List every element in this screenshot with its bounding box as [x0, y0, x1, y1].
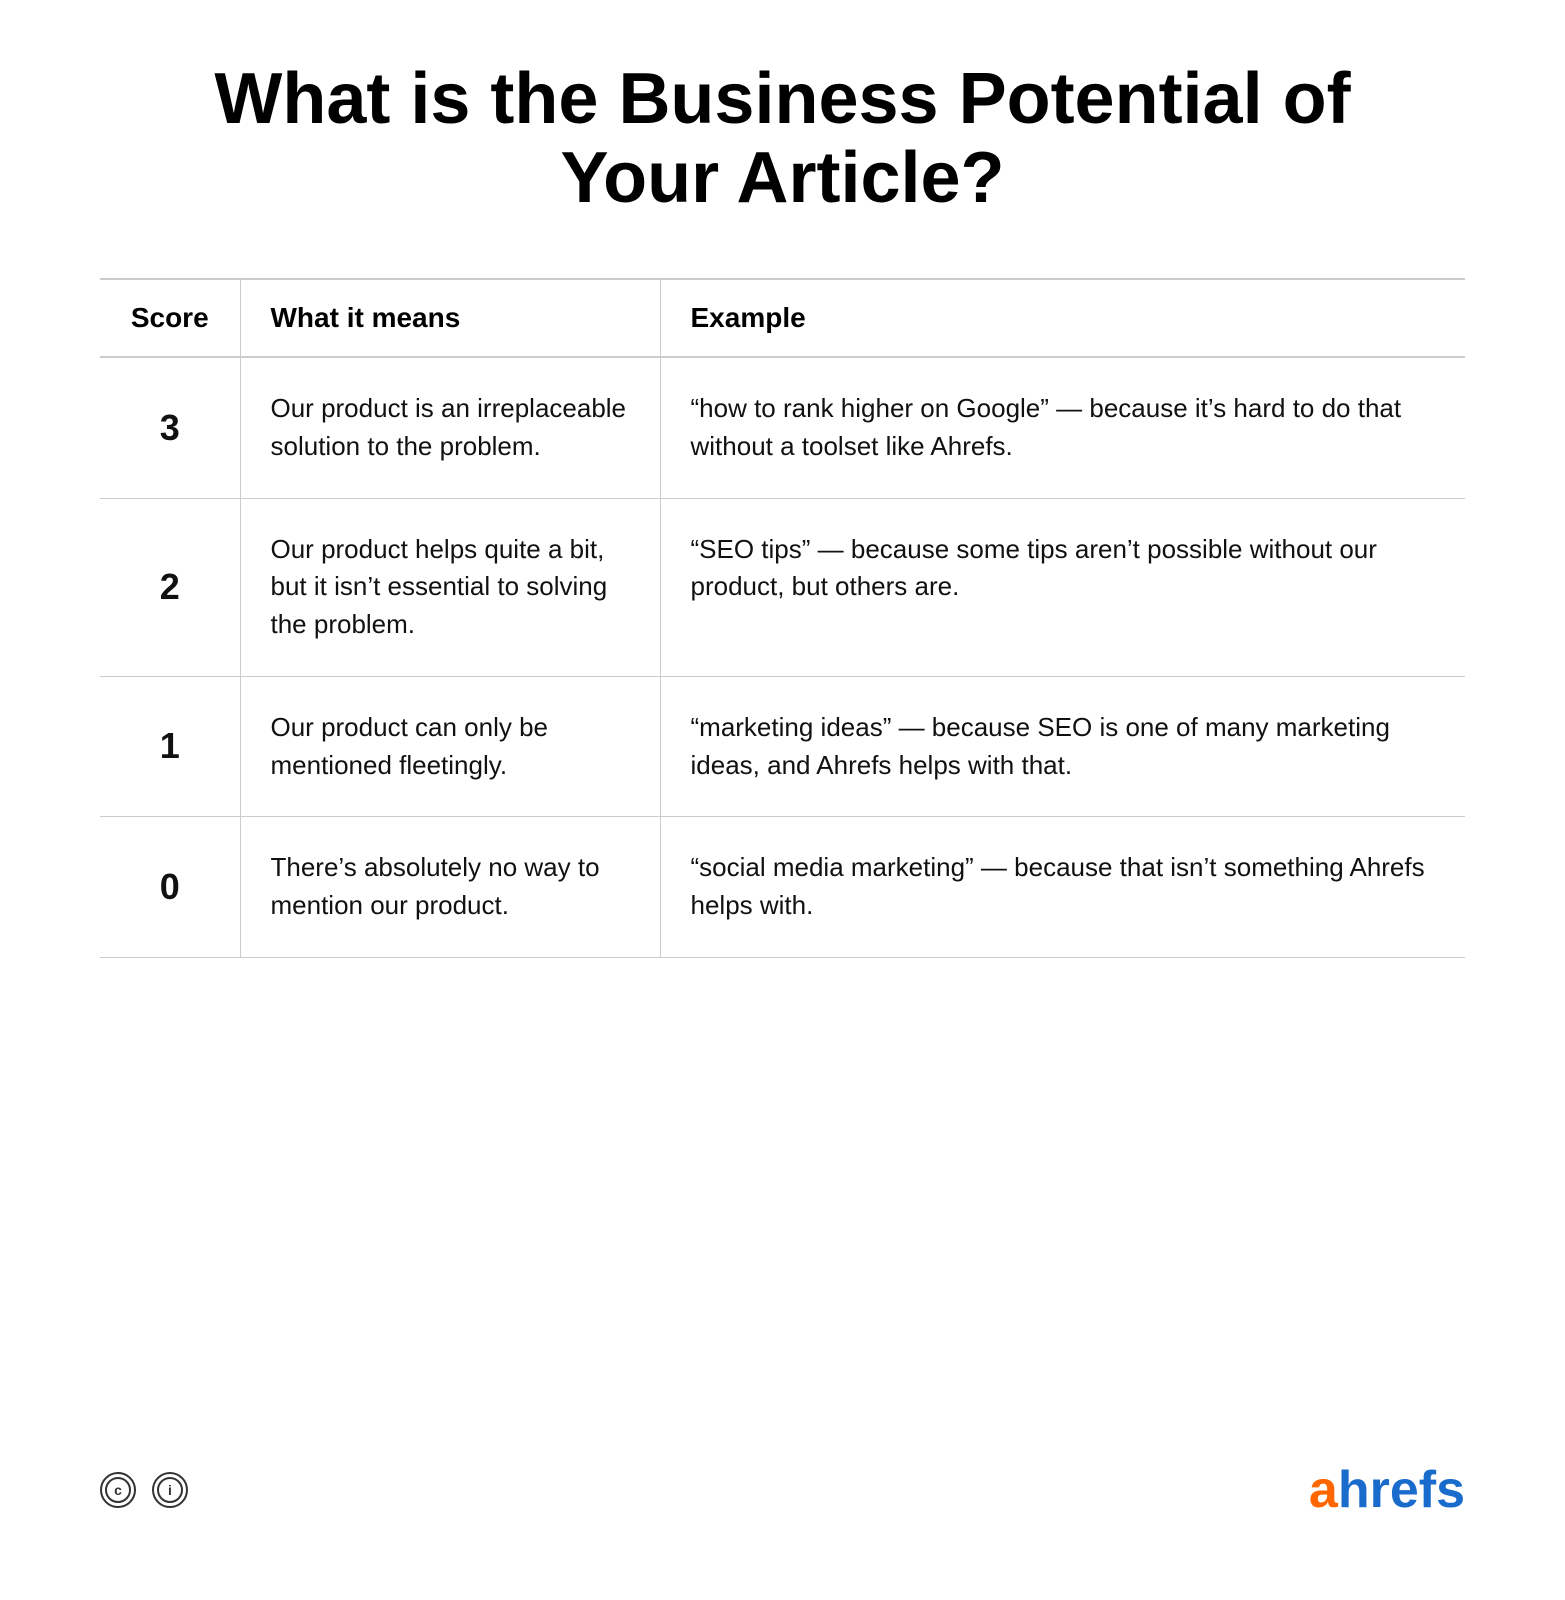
score-value-2: 2	[100, 498, 240, 676]
column-header-score: Score	[100, 279, 240, 357]
what-it-means-0: There’s absolutely no way to mention our…	[240, 817, 660, 957]
example-2: “SEO tips” — because some tips aren’t po…	[660, 498, 1465, 676]
table-row: 2 Our product helps quite a bit, but it …	[100, 498, 1465, 676]
score-value-0: 0	[100, 817, 240, 957]
what-it-means-3: Our product is an irreplaceable solution…	[240, 357, 660, 498]
brand-logo-prefix: a	[1309, 1461, 1338, 1519]
score-value-3: 3	[100, 357, 240, 498]
footer: c i ahrefs	[100, 1410, 1465, 1520]
example-0: “social media marketing” — because that …	[660, 817, 1465, 957]
example-3: “how to rank higher on Google” — because…	[660, 357, 1465, 498]
example-1: “marketing ideas” — because SEO is one o…	[660, 676, 1465, 816]
page-title: What is the Business Potential of Your A…	[100, 60, 1465, 218]
svg-text:i: i	[168, 1482, 172, 1498]
page-container: What is the Business Potential of Your A…	[0, 0, 1565, 1600]
column-header-example: Example	[660, 279, 1465, 357]
ahrefs-brand-logo: ahrefs	[1309, 1460, 1465, 1520]
score-value-1: 1	[100, 676, 240, 816]
table-row: 3 Our product is an irreplaceable soluti…	[100, 357, 1465, 498]
what-it-means-2: Our product helps quite a bit, but it is…	[240, 498, 660, 676]
attribution-icon: i	[152, 1472, 188, 1508]
creative-commons-icon: c	[100, 1472, 136, 1508]
table-container: Score What it means Example 3 Our produc…	[100, 278, 1465, 957]
footer-license-icons: c i	[100, 1472, 188, 1508]
what-it-means-1: Our product can only be mentioned fleeti…	[240, 676, 660, 816]
table-row: 1 Our product can only be mentioned flee…	[100, 676, 1465, 816]
business-potential-table: Score What it means Example 3 Our produc…	[100, 278, 1465, 957]
svg-text:c: c	[114, 1482, 122, 1498]
column-header-what-it-means: What it means	[240, 279, 660, 357]
brand-logo-suffix: hrefs	[1338, 1461, 1465, 1519]
table-header-row: Score What it means Example	[100, 279, 1465, 357]
table-row: 0 There’s absolutely no way to mention o…	[100, 817, 1465, 957]
